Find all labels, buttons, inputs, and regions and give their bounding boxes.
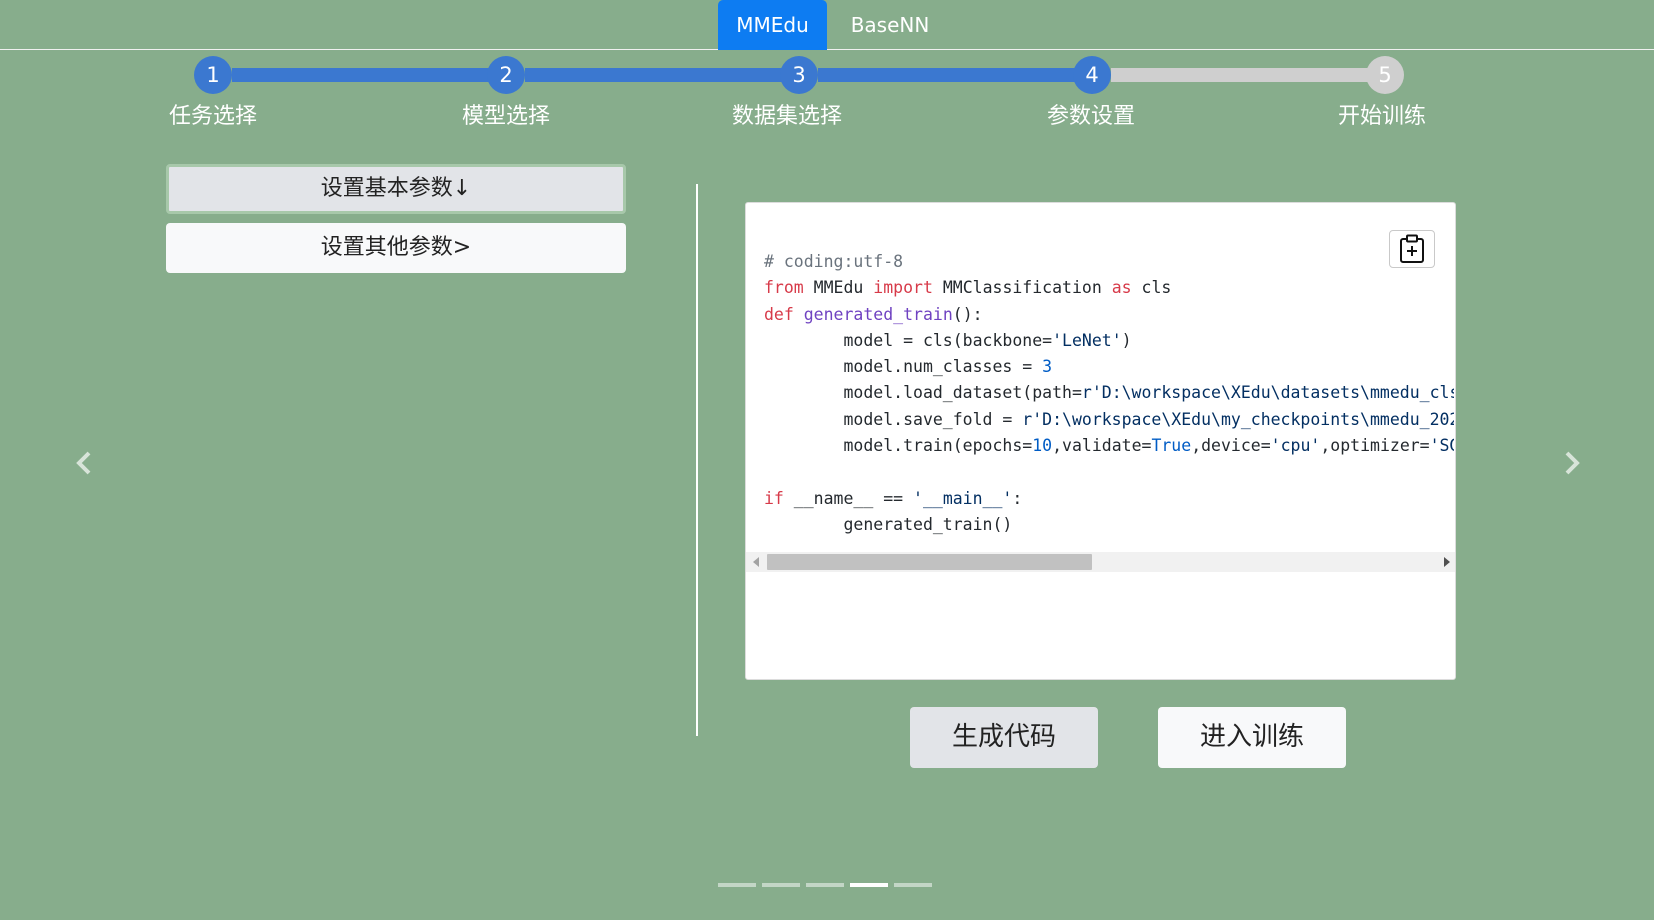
step-connector-1-2: [232, 68, 507, 82]
scroll-right-icon[interactable]: [1444, 557, 1450, 567]
code-scroll-area[interactable]: # coding:utf-8 from MMEdu import MMClass…: [746, 243, 1455, 563]
step-5-label: 开始训练: [1337, 104, 1426, 129]
step-4-label: 参数设置: [1046, 104, 1135, 129]
step-2-circle[interactable]: 2: [487, 56, 525, 94]
step-3-label: 数据集选择: [731, 104, 842, 129]
chevron-right-icon: [1565, 451, 1580, 475]
code-line: model.load_dataset(path=r'D:\workspace\X…: [764, 383, 1454, 403]
tab-basenn[interactable]: BaseNN: [835, 0, 945, 50]
carousel-indicator[interactable]: [806, 883, 844, 887]
generate-code-button[interactable]: 生成代码: [910, 707, 1098, 768]
panel-divider: [696, 184, 698, 736]
tab-mmedu[interactable]: MMEdu: [718, 0, 827, 50]
progress-stepper: 1 2 3 4 5 任务选择 模型选择 数据集选择 参数设置 开始训练: [0, 54, 1654, 134]
code-line: generated_train(): [764, 514, 1013, 534]
carousel-indicator[interactable]: [762, 883, 800, 887]
code-line: model.num_classes = 3: [764, 357, 1053, 377]
top-tab-bar: MMEdu BaseNN: [0, 0, 1654, 50]
code-line: def generated_train():: [764, 304, 983, 324]
step-1-circle[interactable]: 1: [194, 56, 232, 94]
code-line: model.train(epochs=10,validate=True,devi…: [764, 436, 1454, 456]
carousel-indicator[interactable]: [850, 883, 888, 887]
step-connector-3-4: [818, 68, 1093, 82]
step-1-label: 任务选择: [168, 104, 257, 129]
code-preview-card: # coding:utf-8 from MMEdu import MMClass…: [745, 202, 1456, 680]
scroll-left-icon[interactable]: [753, 557, 759, 567]
step-2-label: 模型选择: [461, 104, 550, 129]
code-line: model.save_fold = r'D:\workspace\XEdu\my…: [764, 409, 1454, 429]
generated-code: # coding:utf-8 from MMEdu import MMClass…: [764, 249, 1454, 538]
step-5-circle[interactable]: 5: [1366, 56, 1404, 94]
step-3-circle[interactable]: 3: [780, 56, 818, 94]
other-params-button[interactable]: 设置其他参数>: [166, 223, 626, 273]
code-line: model = cls(backbone='LeNet'): [764, 330, 1132, 350]
code-line: # coding:utf-8: [764, 252, 904, 271]
step-4-circle[interactable]: 4: [1073, 56, 1111, 94]
scrollbar-thumb[interactable]: [767, 554, 1092, 570]
horizontal-scrollbar[interactable]: [746, 552, 1455, 572]
enter-training-button[interactable]: 进入训练: [1158, 707, 1346, 768]
carousel-indicator[interactable]: [894, 883, 932, 887]
step-connector-4-5: [1111, 68, 1386, 82]
chevron-left-icon: [76, 451, 91, 475]
step-connector-2-3: [525, 68, 800, 82]
code-line: from MMEdu import MMClassification as cl…: [764, 278, 1172, 298]
code-line: if __name__ == '__main__':: [764, 488, 1023, 508]
carousel-next-button[interactable]: [1552, 443, 1592, 483]
basic-params-button[interactable]: 设置基本参数↓: [166, 164, 626, 214]
carousel-prev-button[interactable]: [64, 443, 104, 483]
carousel-indicators: [718, 883, 938, 889]
carousel-indicator[interactable]: [718, 883, 756, 887]
